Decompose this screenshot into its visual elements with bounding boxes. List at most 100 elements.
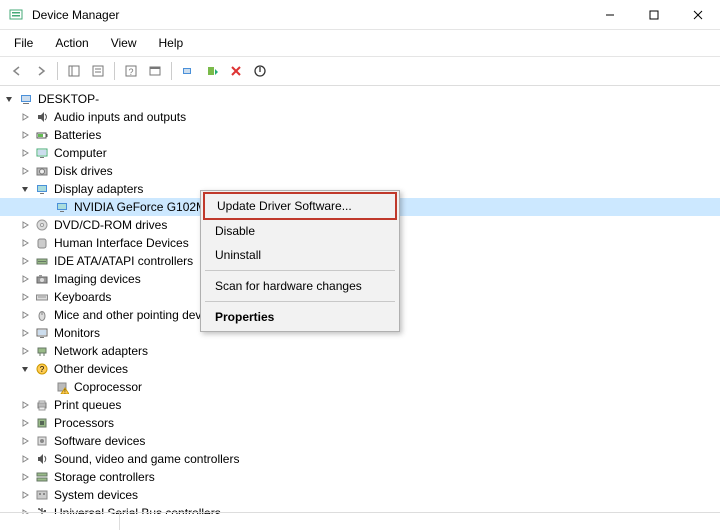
tree-item[interactable]: Network adapters — [0, 342, 720, 360]
tree-item-label: Print queues — [54, 398, 121, 412]
titlebar: Device Manager — [0, 0, 720, 30]
display-icon — [34, 181, 50, 197]
scan-hardware-button[interactable] — [177, 60, 199, 82]
properties-button[interactable] — [87, 60, 109, 82]
show-hide-tree-button[interactable] — [63, 60, 85, 82]
tree-item[interactable]: Audio inputs and outputs — [0, 108, 720, 126]
expand-arrow-icon[interactable] — [18, 254, 32, 268]
tree-item-label: IDE ATA/ATAPI controllers — [54, 254, 193, 268]
ide-icon — [34, 253, 50, 269]
blank-arrow — [38, 380, 52, 394]
svg-text:?: ? — [40, 365, 45, 374]
collapse-arrow-icon[interactable] — [18, 182, 32, 196]
minimize-button[interactable] — [588, 0, 632, 30]
network-icon — [34, 343, 50, 359]
toolbar: ? — [0, 57, 720, 86]
expand-arrow-icon[interactable] — [18, 164, 32, 178]
tree-item-label: Imaging devices — [54, 272, 141, 286]
other-icon: ? — [34, 361, 50, 377]
hid-icon — [34, 235, 50, 251]
expand-arrow-icon[interactable] — [18, 434, 32, 448]
collapse-arrow-icon[interactable] — [18, 362, 32, 376]
tree-item-label: DVD/CD-ROM drives — [54, 218, 167, 232]
tree-item-label: Human Interface Devices — [54, 236, 189, 250]
expand-arrow-icon[interactable] — [18, 290, 32, 304]
context-menu-item[interactable]: Uninstall — [203, 243, 397, 267]
expand-arrow-icon[interactable] — [18, 398, 32, 412]
blank-arrow — [38, 200, 52, 214]
expand-arrow-icon[interactable] — [18, 128, 32, 142]
tree-item-label: Network adapters — [54, 344, 148, 358]
expand-arrow-icon[interactable] — [18, 452, 32, 466]
expand-arrow-icon[interactable] — [18, 110, 32, 124]
expand-arrow-icon[interactable] — [18, 416, 32, 430]
menu-separator — [205, 270, 395, 271]
tree-item-label: Audio inputs and outputs — [54, 110, 186, 124]
tree-item-label: Batteries — [54, 128, 101, 142]
tree-item-label: Software devices — [54, 434, 145, 448]
tree-item-label: Sound, video and game controllers — [54, 452, 239, 466]
collapse-arrow-icon[interactable] — [2, 92, 16, 106]
status-cell — [120, 513, 720, 530]
context-menu-item[interactable]: Scan for hardware changes — [203, 274, 397, 298]
forward-button[interactable] — [30, 60, 52, 82]
tree-item[interactable]: Storage controllers — [0, 468, 720, 486]
uninstall-icon[interactable] — [225, 60, 247, 82]
tree-item-label: Monitors — [54, 326, 100, 340]
expand-arrow-icon[interactable] — [18, 218, 32, 232]
svg-text:?: ? — [128, 67, 133, 77]
expand-arrow-icon[interactable] — [18, 308, 32, 322]
sound-icon — [34, 451, 50, 467]
expand-arrow-icon[interactable] — [18, 272, 32, 286]
tree-item-label: Processors — [54, 416, 114, 430]
menubar: File Action View Help — [0, 30, 720, 57]
tree-item-label: Storage controllers — [54, 470, 155, 484]
tree-item[interactable]: ? Other devices — [0, 360, 720, 378]
expand-arrow-icon[interactable] — [18, 488, 32, 502]
context-menu-item[interactable]: Disable — [203, 219, 397, 243]
menu-help[interactable]: Help — [155, 34, 188, 52]
expand-arrow-icon[interactable] — [18, 236, 32, 250]
close-button[interactable] — [676, 0, 720, 30]
tree-item[interactable]: Processors — [0, 414, 720, 432]
menu-file[interactable]: File — [10, 34, 37, 52]
expand-arrow-icon[interactable] — [18, 344, 32, 358]
tree-root[interactable]: DESKTOP- — [0, 90, 720, 108]
context-menu-item[interactable]: Update Driver Software... — [203, 192, 397, 220]
mouse-icon — [34, 307, 50, 323]
menu-action[interactable]: Action — [51, 34, 92, 52]
tree-item[interactable]: Software devices — [0, 432, 720, 450]
tree-item[interactable]: Disk drives — [0, 162, 720, 180]
software-icon — [34, 433, 50, 449]
separator — [114, 62, 115, 80]
maximize-button[interactable] — [632, 0, 676, 30]
expand-arrow-icon[interactable] — [18, 470, 32, 484]
tree-item[interactable]: Print queues — [0, 396, 720, 414]
tree-item-label: Display adapters — [54, 182, 143, 196]
expand-arrow-icon[interactable] — [18, 146, 32, 160]
context-menu-item[interactable]: Properties — [203, 305, 397, 329]
statusbar — [0, 512, 720, 530]
tree-item[interactable]: Batteries — [0, 126, 720, 144]
tree-item[interactable]: Computer — [0, 144, 720, 162]
app-icon — [8, 7, 24, 23]
tree-item[interactable]: System devices — [0, 486, 720, 504]
menu-view[interactable]: View — [107, 34, 141, 52]
update-driver-icon[interactable] — [201, 60, 223, 82]
tree-item-label: Other devices — [54, 362, 128, 376]
expand-arrow-icon[interactable] — [18, 326, 32, 340]
disable-icon[interactable] — [249, 60, 271, 82]
disk-icon — [34, 163, 50, 179]
tree-item[interactable]: ! Coprocessor — [0, 378, 720, 396]
toolbar-icon[interactable] — [144, 60, 166, 82]
computer-icon — [34, 145, 50, 161]
tree-item[interactable]: Sound, video and game controllers — [0, 450, 720, 468]
computer-icon — [18, 91, 34, 107]
keyboard-icon — [34, 289, 50, 305]
tree-item-label: System devices — [54, 488, 138, 502]
storage-icon — [34, 469, 50, 485]
help-button[interactable]: ? — [120, 60, 142, 82]
audio-icon — [34, 109, 50, 125]
separator — [57, 62, 58, 80]
back-button[interactable] — [6, 60, 28, 82]
